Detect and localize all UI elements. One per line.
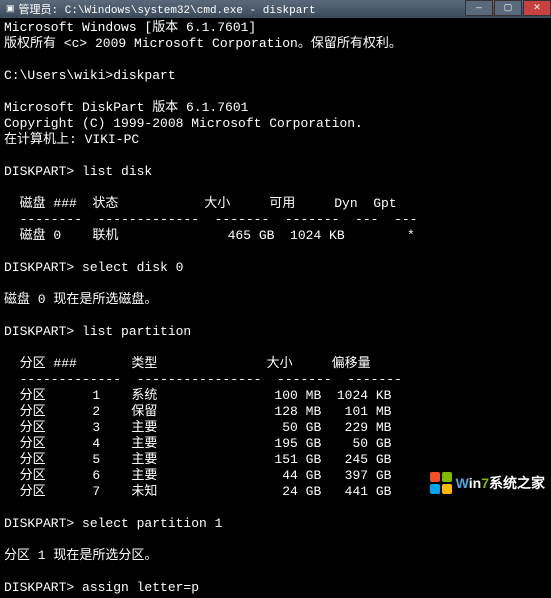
out-line: 在计算机上: VIKI-PC xyxy=(4,132,139,147)
disk-header: 磁盘 ### 状态 大小 可用 Dyn Gpt xyxy=(4,196,397,211)
close-button[interactable]: ✕ xyxy=(523,0,551,16)
table-row: 分区 1 系统 100 MB 1024 KB xyxy=(4,388,391,403)
prompt-line: DISKPART> assign letter=p xyxy=(4,580,199,595)
out-line: Copyright (C) 1999-2008 Microsoft Corpor… xyxy=(4,116,363,131)
maximize-button[interactable]: ▢ xyxy=(494,0,522,16)
table-row: 分区 7 未知 24 GB 441 GB xyxy=(4,484,391,499)
table-row: 分区 2 保留 128 MB 101 MB xyxy=(4,404,391,419)
table-row: 分区 6 主要 44 GB 397 GB xyxy=(4,468,391,483)
table-row: 分区 5 主要 151 GB 245 GB xyxy=(4,452,391,467)
table-row: 分区 4 主要 195 GB 50 GB xyxy=(4,436,391,451)
prompt-line: DISKPART> select partition 1 xyxy=(4,516,222,531)
prompt-line: DISKPART> select disk 0 xyxy=(4,260,183,275)
out-line: 版权所有 <c> 2009 Microsoft Corporation。保留所有… xyxy=(4,36,402,51)
prompt-line: C:\Users\wiki>diskpart xyxy=(4,68,176,83)
out-line: Microsoft Windows [版本 6.1.7601] xyxy=(4,20,256,35)
partition-divider: ------------- ---------------- ------- -… xyxy=(4,372,402,387)
out-line: Microsoft DiskPart 版本 6.1.7601 xyxy=(4,100,248,115)
watermark-text: Win7系统之家 xyxy=(456,473,545,493)
status-line: 磁盘 0 现在是所选磁盘。 xyxy=(4,292,157,307)
cmd-icon: ▣ xyxy=(6,4,15,14)
table-row: 分区 3 主要 50 GB 229 MB xyxy=(4,420,391,435)
terminal-output[interactable]: Microsoft Windows [版本 6.1.7601] 版权所有 <c>… xyxy=(0,18,551,598)
status-line: 分区 1 现在是所选分区。 xyxy=(4,548,157,563)
window-controls: — ▢ ✕ xyxy=(464,0,551,18)
minimize-button[interactable]: — xyxy=(465,0,493,16)
windows-flag-icon xyxy=(430,472,452,494)
watermark: Win7系统之家 xyxy=(430,472,545,494)
prompt-line: DISKPART> list disk xyxy=(4,164,152,179)
disk-divider: -------- ------------- ------- ------- -… xyxy=(4,212,417,227)
window-title: 管理员: C:\Windows\system32\cmd.exe - diskp… xyxy=(19,1,316,17)
prompt-line: DISKPART> list partition xyxy=(4,324,191,339)
partition-header: 分区 ### 类型 大小 偏移量 xyxy=(4,356,371,371)
table-row: 磁盘 0 联机 465 GB 1024 KB * xyxy=(4,228,415,243)
